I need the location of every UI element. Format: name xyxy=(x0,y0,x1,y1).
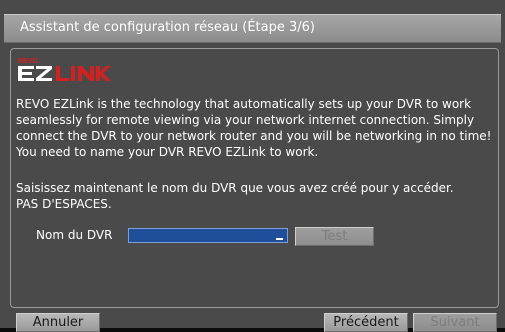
logo-small-text: REVO xyxy=(18,58,38,65)
previous-button[interactable]: Précédent xyxy=(324,313,408,332)
text-cursor xyxy=(276,238,283,240)
cancel-button[interactable]: Annuler xyxy=(16,313,100,332)
instruction-line-1: Saisissez maintenant le nom du DVR que v… xyxy=(16,181,454,195)
dvr-name-label: Nom du DVR xyxy=(36,228,113,242)
content-panel xyxy=(10,48,499,308)
intro-text: REVO EZLink is the technology that autom… xyxy=(16,97,492,159)
instruction-line-2: PAS D'ESPACES. xyxy=(16,197,112,211)
revo-ezlink-logo: REVO xyxy=(18,58,111,81)
window-title: Assistant de configuration réseau (Étape… xyxy=(20,20,315,35)
next-button[interactable]: Suivant xyxy=(413,313,497,332)
instruction-text: Saisissez maintenant le nom du DVR que v… xyxy=(16,180,498,212)
network-setup-wizard-window: Assistant de configuration réseau (Étape… xyxy=(0,0,505,332)
title-bar: Assistant de configuration réseau (Étape… xyxy=(4,14,501,43)
dvr-name-input[interactable] xyxy=(128,228,288,243)
logo-mark-icon xyxy=(18,66,111,81)
test-button[interactable]: Test xyxy=(295,227,374,246)
